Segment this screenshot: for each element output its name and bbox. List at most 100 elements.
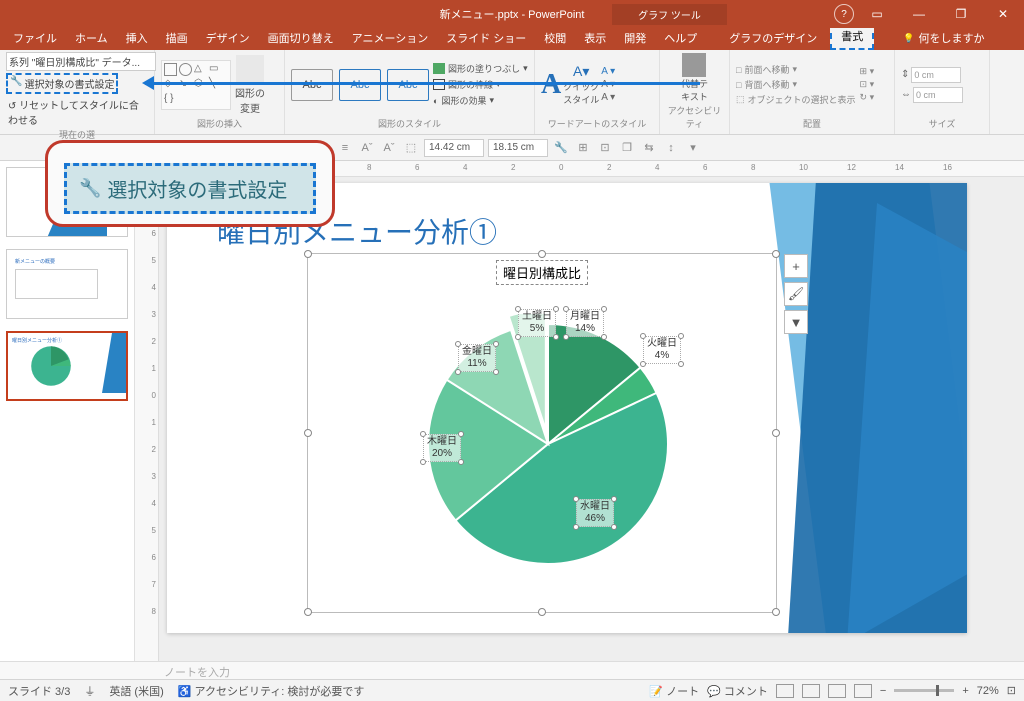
qat-item[interactable]: ↕	[662, 139, 680, 157]
comments-button[interactable]: 💬 コメント	[707, 683, 768, 699]
tab-review[interactable]: 校閲	[535, 26, 575, 50]
ribbon-group-arrange: □前面へ移動 ▾ □背面へ移動 ▾ ⬚オブジェクトの選択と表示 ⊞ ▾ ⊡ ▾ …	[730, 50, 895, 134]
width-input[interactable]	[913, 87, 963, 103]
height-input[interactable]	[911, 67, 961, 83]
reading-view-button[interactable]	[828, 684, 846, 698]
close-button[interactable]: ✕	[982, 7, 1024, 21]
chart-object[interactable]: 曜日別構成比 月曜日14% 火曜日4% 水曜日46% 木曜日20% 金曜日11% 土曜日5…	[307, 253, 777, 613]
pie-data-label[interactable]: 水曜日46%	[576, 499, 614, 527]
ribbon-label-arrange: 配置	[736, 117, 888, 132]
format-selection-button[interactable]: 🔧 選択対象の書式設定	[6, 73, 118, 94]
annotation-arrow	[145, 82, 700, 85]
sorter-view-button[interactable]	[802, 684, 820, 698]
tab-chart-design[interactable]: グラフのデザイン	[720, 26, 826, 50]
tab-design[interactable]: デザイン	[197, 26, 259, 50]
spellcheck-icon[interactable]: ⏚	[84, 683, 95, 699]
ribbon-label-shape-styles: 図形のスタイル	[291, 117, 528, 132]
restore-button[interactable]: ❐	[940, 7, 982, 21]
slideshow-view-button[interactable]	[854, 684, 872, 698]
text-fill-button[interactable]: A ▾	[601, 66, 615, 77]
pie-data-label[interactable]: 火曜日4%	[643, 336, 681, 364]
shape-effects-button[interactable]: ◐図形の効果 ▾	[433, 94, 528, 107]
minimize-button[interactable]: —	[898, 7, 940, 21]
format-icon: 🔧	[10, 76, 22, 91]
bring-forward-button[interactable]: □前面へ移動 ▾	[736, 63, 856, 76]
ribbon: 系列 "曜日別構成比" データ... 🔧 選択対象の書式設定 ↺ リセットしてス…	[0, 50, 1024, 135]
tab-draw[interactable]: 描画	[157, 26, 197, 50]
reset-style-button[interactable]: ↺ リセットしてスタイルに合わせる	[6, 96, 148, 128]
qat-item[interactable]: ⊡	[596, 139, 614, 157]
chart-tools-tab-label: グラフ ツール	[612, 4, 727, 25]
language-indicator[interactable]: 英語 (米国)	[109, 683, 163, 699]
tab-transitions[interactable]: 画面切り替え	[259, 26, 343, 50]
qat-item[interactable]: ❐	[618, 139, 636, 157]
chart-styles-button[interactable]: 🖌	[784, 282, 808, 306]
tell-me-input[interactable]: 何をしますか	[894, 26, 993, 50]
qat-item[interactable]: 🔧	[552, 139, 570, 157]
zoom-out-button[interactable]: −	[880, 685, 886, 697]
qat-item[interactable]: ⬚	[402, 139, 420, 157]
ribbon-group-insert-shapes: △▭◇↘⬡╲{ } 図形の 変更 図形の挿入	[155, 50, 285, 134]
slide-thumbnail-3[interactable]: 3 曜日別メニュー分析①	[6, 331, 128, 401]
slide-thumbnail-2[interactable]: 2 新メニューの概要	[6, 249, 128, 319]
quick-style-icon: A▾	[573, 63, 589, 80]
notes-button[interactable]: 📝 ノート	[649, 683, 699, 699]
selection-pane-button[interactable]: ⬚オブジェクトの選択と表示	[736, 93, 856, 106]
qat-item[interactable]: ▾	[684, 139, 702, 157]
annotation-arrow-head	[142, 76, 154, 90]
tab-file[interactable]: ファイル	[4, 26, 66, 50]
effects-icon: ◐	[433, 96, 438, 106]
callout-annotation: 🔧 選択対象の書式設定	[45, 140, 335, 227]
alt-text-icon	[682, 53, 706, 77]
callout-text: 選択対象の書式設定	[107, 174, 287, 203]
vertical-ruler: 87654321012345678	[135, 161, 159, 661]
zoom-slider[interactable]	[894, 689, 954, 692]
pie-data-label[interactable]: 月曜日14%	[566, 309, 604, 337]
group-button[interactable]: ⊡ ▾	[860, 79, 875, 90]
qat-item[interactable]: Aˇ	[380, 139, 398, 157]
pie-data-label[interactable]: 土曜日5%	[518, 309, 556, 337]
qat-item[interactable]: Aˇ	[358, 139, 376, 157]
text-effects-button[interactable]: A ▾	[601, 92, 615, 103]
tab-home[interactable]: ホーム	[66, 26, 117, 50]
tab-insert[interactable]: 挿入	[117, 26, 157, 50]
chart-elements-button[interactable]: +	[784, 254, 808, 278]
fit-to-window-button[interactable]: ⊡	[1007, 684, 1016, 697]
ribbon-label-accessibility: アクセシビリティ	[666, 104, 723, 132]
shape-fill-button[interactable]: 図形の塗りつぶし ▾	[433, 62, 528, 75]
ribbon-group-accessibility: 代替テ キスト アクセシビリティ	[660, 50, 730, 134]
qat-item[interactable]: ⇆	[640, 139, 658, 157]
slide-thumbnail-panel: 1 2 新メニューの概要 3 曜日別メニュー分析①	[0, 161, 135, 661]
height-qat-input[interactable]	[424, 139, 484, 157]
slide-canvas[interactable]: 曜日別メニュー分析① 曜日別構成比 月曜日14%火曜日4%水曜日46%木曜日20…	[167, 183, 967, 633]
qat-item[interactable]: ⊞	[574, 139, 592, 157]
normal-view-button[interactable]	[776, 684, 794, 698]
ribbon-display-icon[interactable]: ▭	[856, 7, 898, 21]
notes-pane[interactable]: ノートを入力	[0, 661, 1024, 679]
accessibility-status[interactable]: ♿ アクセシビリティ: 検討が必要です	[178, 683, 365, 699]
tab-help[interactable]: ヘルプ	[655, 26, 706, 50]
tab-slideshow[interactable]: スライド ショー	[437, 26, 535, 50]
rotate-button[interactable]: ↻ ▾	[860, 92, 875, 103]
ribbon-group-size: ⇕ ⇔ サイズ	[895, 50, 990, 134]
qat-item[interactable]: ≡	[336, 139, 354, 157]
tab-developer[interactable]: 開発	[615, 26, 655, 50]
slide-counter[interactable]: スライド 3/3	[8, 683, 70, 699]
pie-data-label[interactable]: 木曜日20%	[423, 434, 461, 462]
account-icon[interactable]: ?	[834, 4, 854, 24]
ribbon-group-wordart: A A▾ クイック スタイル A ▾ A ▾ A ▾ ワードアートのスタイル	[535, 50, 660, 134]
alt-text-button[interactable]: 代替テ キスト	[681, 53, 708, 103]
send-backward-button[interactable]: □背面へ移動 ▾	[736, 78, 856, 91]
reset-icon: ↺	[8, 101, 16, 112]
zoom-level[interactable]: 72%	[977, 685, 999, 697]
chart-title[interactable]: 曜日別構成比	[496, 260, 588, 285]
tab-animations[interactable]: アニメーション	[343, 26, 438, 50]
tab-view[interactable]: 表示	[575, 26, 615, 50]
chart-element-dropdown[interactable]: 系列 "曜日別構成比" データ...	[6, 52, 156, 71]
main-area: 1 2 新メニューの概要 3 曜日別メニュー分析① 87654321012345…	[0, 161, 1024, 661]
width-qat-input[interactable]	[488, 139, 548, 157]
pie-data-label[interactable]: 金曜日11%	[458, 344, 496, 372]
align-button[interactable]: ⊞ ▾	[860, 66, 875, 77]
zoom-in-button[interactable]: +	[962, 685, 968, 697]
chart-filters-button[interactable]: ▼	[784, 310, 808, 334]
